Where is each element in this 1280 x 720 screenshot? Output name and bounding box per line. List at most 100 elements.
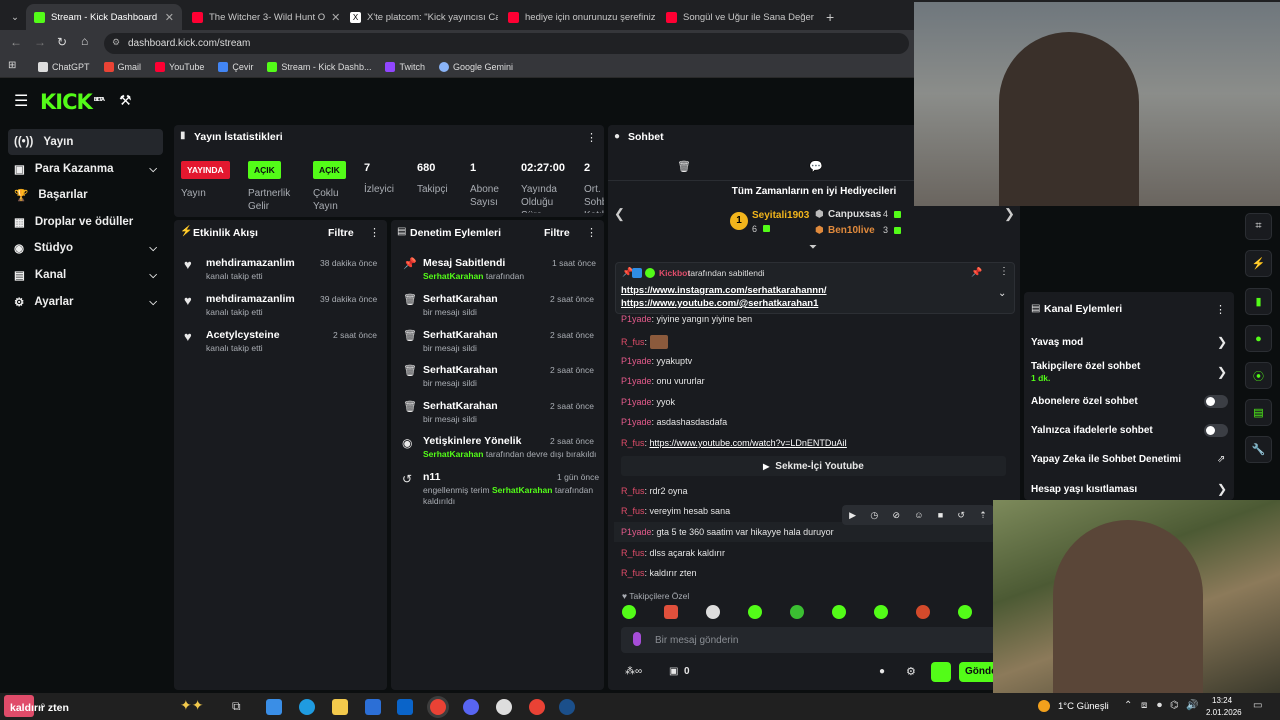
tray-chevron-icon[interactable]: ⌃ <box>1124 700 1132 711</box>
sidebar-item-ayarlar[interactable]: ⚙ Ayarlar ⌵ <box>8 289 163 315</box>
chat-message-link[interactable]: https://www.youtube.com/watch?v=LDnENTDu… <box>650 438 847 448</box>
sidebar-item-yayin[interactable]: ((•)) Yayın <box>8 129 163 155</box>
chat-username[interactable]: P1yade <box>621 376 652 386</box>
weather-text[interactable]: 1°C Güneşli <box>1058 701 1109 712</box>
pinned-link-youtube[interactable]: https://www.youtube.com/@serhatkarahan1 <box>621 298 818 309</box>
kick-logo[interactable]: KICK BETA <box>40 90 105 114</box>
trash-icon[interactable]: 🗑 <box>677 160 691 173</box>
chrome-icon[interactable] <box>529 699 545 715</box>
chevron-right-icon[interactable]: ❯ <box>1004 206 1015 222</box>
chat-username[interactable]: R_fus <box>621 486 645 496</box>
copilot-icon[interactable] <box>266 699 282 715</box>
chat-username[interactable]: P1yade <box>621 417 652 427</box>
chevron-down-icon[interactable]: ⌄ <box>998 288 1006 299</box>
sidebar-item-studyo[interactable]: ◉ Stüdyo ⌵ <box>8 235 163 261</box>
reload-icon[interactable]: ↻ <box>57 35 67 49</box>
more-options-icon[interactable]: ⋮ <box>369 226 380 239</box>
rail-layout-button[interactable]: ▤ <box>1245 399 1272 426</box>
activity-filter-button[interactable]: Filtre <box>328 227 354 239</box>
kick-emote-icon[interactable] <box>931 662 951 682</box>
emote-icon[interactable] <box>832 605 846 619</box>
more-options-icon[interactable]: ⋮ <box>999 266 1009 277</box>
emotes-only-toggle[interactable] <box>1204 424 1228 437</box>
tab-songul[interactable]: Songül ve Uğur ile Sana Değer ✕ <box>658 4 814 30</box>
rail-expand-button[interactable]: ⌗ <box>1245 213 1272 240</box>
rail-broadcast-button[interactable]: ⦿ <box>1245 362 1272 389</box>
taskbar-search-text[interactable]: kaldırır zten <box>10 702 69 714</box>
discord-icon[interactable] <box>463 699 479 715</box>
task-view-icon[interactable]: ⧉ <box>232 699 248 715</box>
bookmark-kick[interactable]: Stream - Kick Dashb... <box>267 61 371 72</box>
emote-icon[interactable]: ☺ <box>914 510 923 520</box>
gifter-name[interactable]: Canpuxsas <box>828 209 881 220</box>
bookmark-cevir[interactable]: Çevir <box>218 61 253 72</box>
external-link-icon[interactable]: ⇗ <box>1217 454 1225 465</box>
hammer-icon[interactable]: ⚒ <box>119 92 132 109</box>
bookmark-gemini[interactable]: Google Gemini <box>438 61 513 72</box>
pinned-by-user[interactable]: Kickbot <box>659 268 690 278</box>
new-tab-button[interactable]: + <box>818 4 840 30</box>
more-options-icon[interactable]: ⋮ <box>1215 303 1226 316</box>
chat-username[interactable]: P1yade <box>621 527 652 537</box>
collapse-icon[interactable]: ⏷ <box>809 242 817 253</box>
gifter-name[interactable]: Seyitali1903 <box>752 210 809 221</box>
slow-mode-option[interactable]: Yavaş mod <box>1031 337 1083 348</box>
clock-date[interactable]: 2.01.2026 <box>1206 708 1242 717</box>
sidebar-item-para-kazanma[interactable]: ▣ Para Kazanma ⌵ <box>8 156 163 182</box>
chat-message-input[interactable]: Bir mesaj gönderin <box>621 627 1006 653</box>
ban-icon[interactable]: ⊘ <box>892 510 900 521</box>
emote-icon[interactable] <box>622 605 636 619</box>
emote-icon[interactable] <box>706 605 720 619</box>
chat-username[interactable]: R_fus <box>621 506 645 516</box>
pin-message-icon[interactable]: ⇡ <box>979 510 987 521</box>
emote-icon[interactable] <box>874 605 888 619</box>
undo-icon[interactable]: ↺ <box>957 510 965 521</box>
youtube-embed-button[interactable]: ▶ Sekme-İçi Youtube <box>621 456 1006 476</box>
moderator-name[interactable]: SerhatKarahan <box>492 485 552 495</box>
notification-icon[interactable]: ▭ <box>1253 700 1262 711</box>
rail-chat-button[interactable]: ● <box>1245 325 1272 352</box>
chat-username[interactable]: P1yade <box>621 356 652 366</box>
gift-box-icon[interactable]: ▣ <box>669 666 678 677</box>
rail-bolt-button[interactable]: ⚡ <box>1245 250 1272 277</box>
clock-time[interactable]: 13:24 <box>1212 696 1232 705</box>
forward-arrow-icon[interactable]: → <box>34 35 46 49</box>
moderator-name[interactable]: SerhatKarahan <box>423 449 483 459</box>
back-arrow-icon[interactable]: ← <box>10 35 22 49</box>
bookmark-gmail[interactable]: Gmail <box>103 61 141 72</box>
chevron-right-icon[interactable]: ❯ <box>1217 365 1227 379</box>
tray-mic-icon[interactable]: ⏺ <box>1157 700 1162 711</box>
rail-stats-button[interactable]: ▮ <box>1245 288 1272 315</box>
timeout-icon[interactable]: ◷ <box>870 510 878 521</box>
ai-moderation-option[interactable]: Yapay Zeka ile Sohbet Denetimi <box>1031 454 1181 465</box>
moderation-filter-button[interactable]: Filtre <box>544 227 570 239</box>
chat-username[interactable]: P1yade <box>621 397 652 407</box>
sidebar-item-kanal[interactable]: ▤ Kanal ⌵ <box>8 262 163 288</box>
close-tab-icon[interactable]: ✕ <box>331 11 340 24</box>
subscribers-only-toggle[interactable] <box>1204 395 1228 408</box>
tab-x-post[interactable]: X X'te platcom: "Kick yayıncısı Ca ✕ <box>342 4 498 30</box>
bookmark-twitch[interactable]: Twitch <box>385 61 425 72</box>
points-icon[interactable]: ⁂∞ <box>625 666 642 677</box>
chevron-right-icon[interactable]: ❯ <box>1217 482 1227 496</box>
emote-icon[interactable] <box>748 605 762 619</box>
chat-username[interactable]: R_fus <box>621 337 645 347</box>
steam-icon[interactable] <box>559 699 575 715</box>
menu-icon[interactable]: ☰ <box>14 91 28 111</box>
volume-icon[interactable]: 🔊 <box>1186 700 1198 711</box>
close-tab-icon[interactable]: ✕ <box>165 11 174 24</box>
home-icon[interactable]: ⌂ <box>81 34 88 48</box>
account-age-option[interactable]: Hesap yaşı kısıtlaması <box>1031 484 1137 495</box>
delete-icon[interactable]: ■ <box>938 510 943 520</box>
more-options-icon[interactable]: ⋮ <box>586 226 597 239</box>
chat-username[interactable]: R_fus <box>621 568 645 578</box>
chat-username[interactable]: R_fus <box>621 548 645 558</box>
chat-mode-icon[interactable]: 💬 <box>809 160 823 173</box>
sidebar-item-basarilar[interactable]: 🏆 Başarılar <box>8 182 163 208</box>
tab-kick-dashboard[interactable]: Stream - Kick Dashboard ✕ <box>26 4 182 30</box>
emote-icon[interactable] <box>664 605 678 619</box>
network-icon[interactable]: ⌬ <box>1170 700 1179 711</box>
tab-hediye[interactable]: hediye için onurunuzu şerefiniz ✕ <box>500 4 656 30</box>
more-options-icon[interactable]: ⋮ <box>586 131 597 144</box>
play-icon[interactable]: ▶ <box>849 510 856 521</box>
